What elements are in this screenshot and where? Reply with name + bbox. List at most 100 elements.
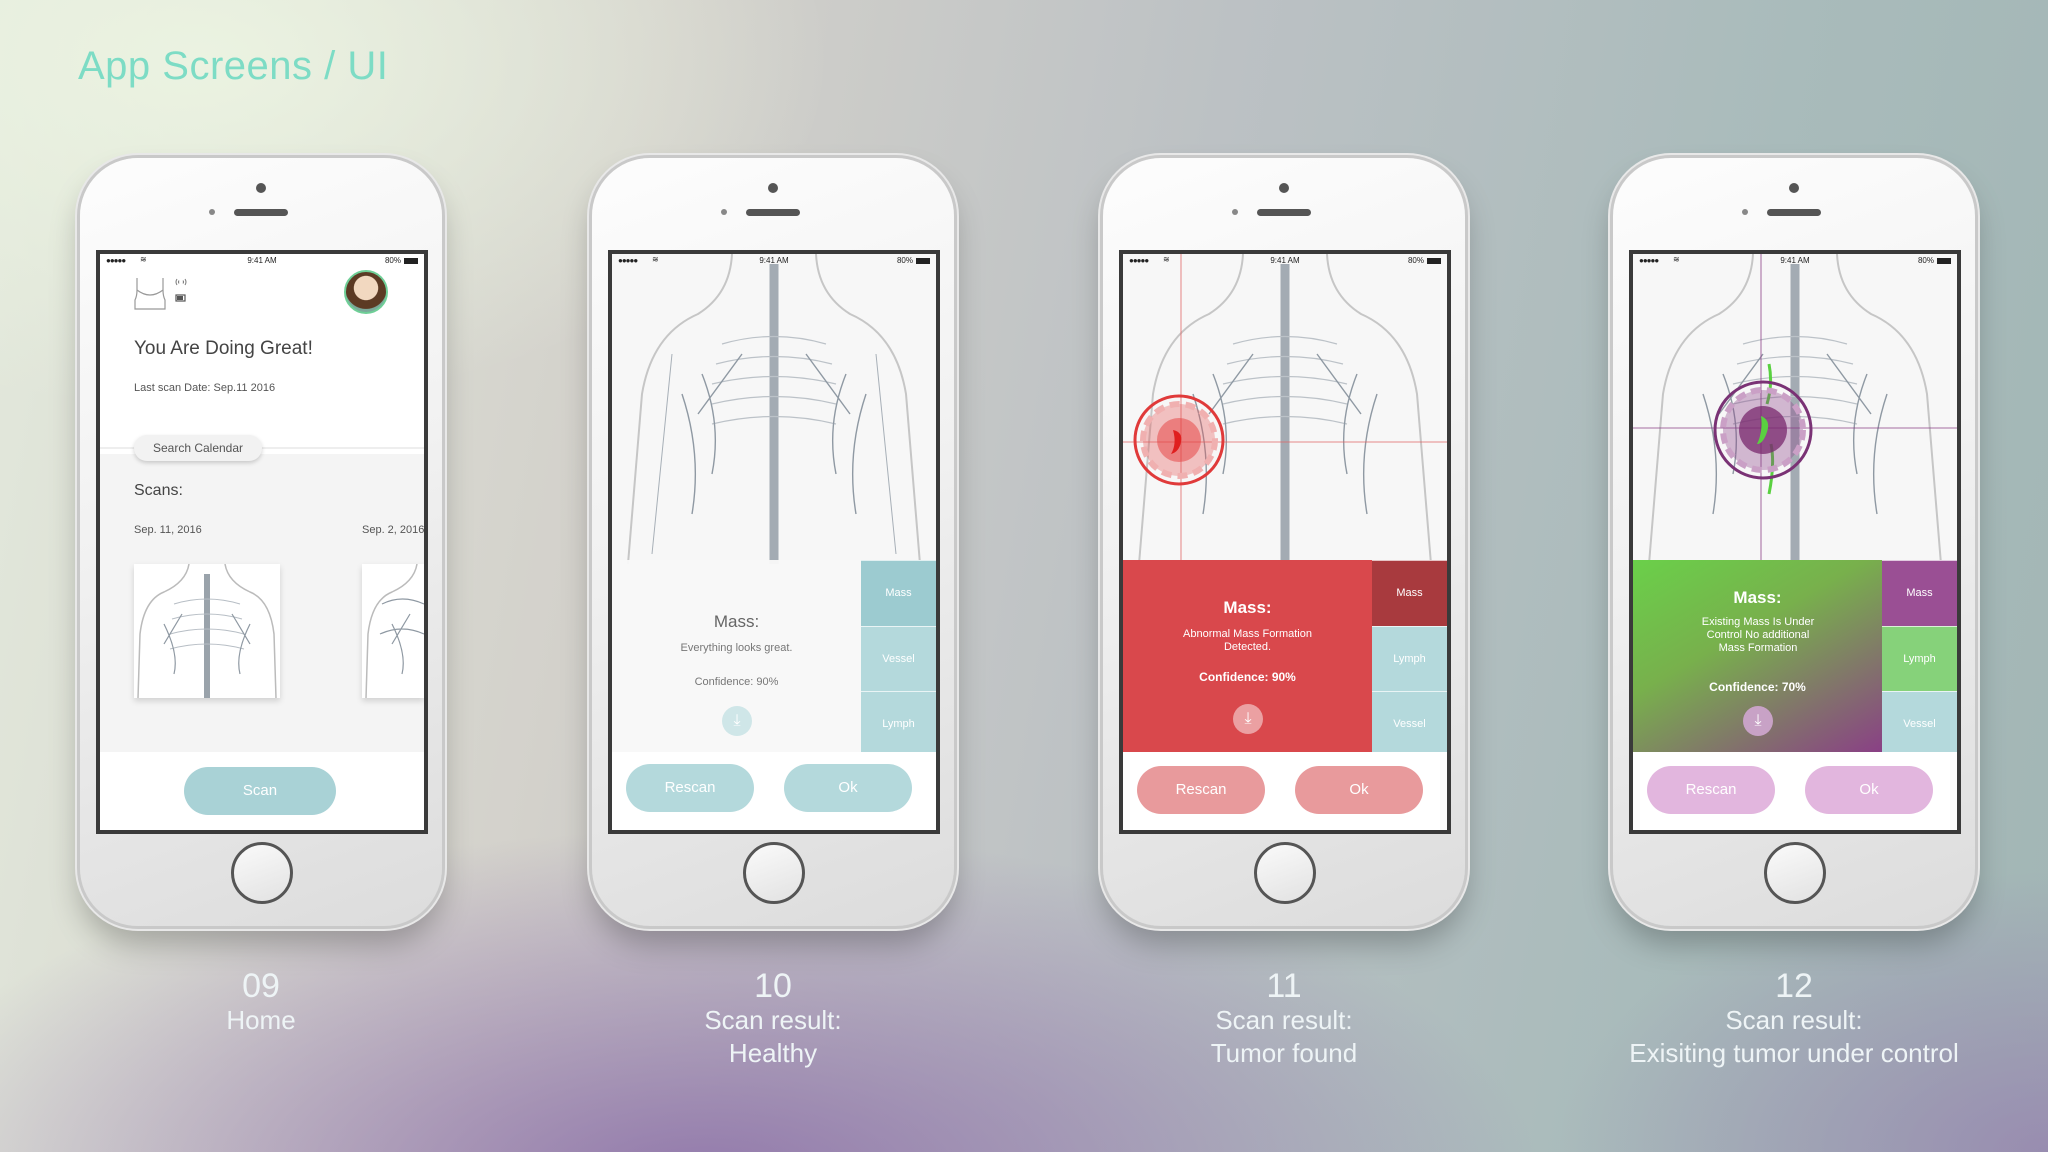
tab-mass[interactable]: Mass — [1372, 560, 1447, 626]
screen-number: 11 — [1266, 967, 1302, 1005]
tumor-target-marker[interactable] — [1131, 392, 1227, 488]
tumor-result-screen: ●●●●● ≋ 9:41 AM 80% Mass: Abnormal Mass … — [1119, 250, 1451, 834]
scans-heading: Scans: — [134, 482, 183, 499]
screen-label: Home — [226, 1005, 296, 1035]
caption-home: 09 Home — [21, 968, 501, 1037]
ok-button[interactable]: Ok — [1295, 766, 1423, 814]
confidence-value: Confidence: 90% — [694, 676, 779, 688]
phone-tumor: ●●●●● ≋ 9:41 AM 80% Mass: Abnormal Mass … — [1103, 158, 1465, 926]
battery-icon — [916, 258, 930, 264]
battery-icon — [1427, 258, 1441, 264]
battery-percent: 80% — [896, 256, 913, 265]
scan-button[interactable]: Scan — [184, 767, 336, 815]
rescan-button[interactable]: Rescan — [1137, 766, 1265, 814]
ok-button[interactable]: Ok — [784, 764, 912, 812]
caption-tumor: 11 Scan result: Tumor found — [1044, 968, 1524, 1070]
scan-date: Sep. 2, 2016 — [362, 524, 425, 536]
front-camera — [256, 183, 266, 193]
rescan-button[interactable]: Rescan — [626, 764, 754, 812]
caption-under-control: 12 Scan result: Exisiting tumor under co… — [1554, 968, 2034, 1070]
mass-result-panel: Mass: Existing Mass Is Under Control No … — [1633, 560, 1882, 754]
healthy-result-screen: ●●●●● ≋ 9:41 AM 80% Mass: Everything loo… — [608, 250, 940, 834]
mass-description: Everything looks great. — [680, 642, 793, 654]
status-time: 9:41 AM — [759, 256, 789, 265]
battery-indicator: 80% — [385, 256, 418, 265]
front-camera — [1789, 183, 1799, 193]
bottom-bar: Scan — [100, 752, 424, 830]
rescan-button[interactable]: Rescan — [1647, 766, 1775, 814]
signal-icon: ●●●●● — [1129, 256, 1149, 265]
earpiece-speaker — [746, 209, 800, 216]
home-screen: ●●●●● ≋ 9:41 AM 80% You Are Doing Great!… — [96, 250, 428, 834]
user-avatar[interactable] — [344, 270, 388, 314]
phone-under-control: ●●●●● ≋ 9:41 AM 80% Mass: Existing Mass … — [1613, 158, 1975, 926]
proximity-sensor — [209, 209, 215, 215]
earpiece-speaker — [1767, 209, 1821, 216]
home-button[interactable] — [743, 842, 805, 904]
result-tabs: Mass Lymph Vessel — [1882, 560, 1957, 757]
tab-vessel[interactable]: Vessel — [1372, 691, 1447, 757]
tab-vessel[interactable]: Vessel — [1882, 691, 1957, 757]
proximity-sensor — [1232, 209, 1238, 215]
tab-vessel[interactable]: Vessel — [861, 625, 936, 692]
connection-icon — [175, 278, 187, 302]
bottom-bar: Rescan Ok — [1633, 752, 1957, 830]
mass-title: Mass: — [1223, 598, 1272, 617]
home-button[interactable] — [231, 842, 293, 904]
home-button[interactable] — [1764, 842, 1826, 904]
screen-label: Scan result: — [1725, 1005, 1863, 1035]
status-bar: ●●●●● ≋ 9:41 AM 80% — [1123, 254, 1447, 266]
screen-number: 09 — [242, 967, 280, 1005]
anatomy-scan-view[interactable] — [612, 254, 936, 565]
device-bra-icon[interactable] — [134, 276, 166, 310]
battery-indicator: 80% — [1408, 256, 1441, 265]
front-camera — [768, 183, 778, 193]
tab-lymph[interactable]: Lymph — [1882, 625, 1957, 692]
wifi-icon: ≋ — [1163, 255, 1170, 264]
tumor-target-marker[interactable] — [1711, 378, 1815, 482]
earpiece-speaker — [234, 209, 288, 216]
signal-icon: ●●●●● — [618, 256, 638, 265]
confidence-value: Confidence: 90% — [1199, 670, 1296, 684]
status-bar: ●●●●● ≋ 9:41 AM 80% — [1633, 254, 1957, 266]
home-button[interactable] — [1254, 842, 1316, 904]
scan-thumbnail[interactable] — [362, 564, 424, 698]
signal-icon: ●●●●● — [1639, 256, 1659, 265]
tab-lymph[interactable]: Lymph — [861, 691, 936, 757]
lymphatic-body-image — [627, 254, 921, 565]
download-icon[interactable]: ⤓ — [1233, 704, 1263, 734]
tab-mass[interactable]: Mass — [861, 560, 936, 626]
bottom-bar: Rescan Ok — [612, 752, 936, 830]
wifi-icon: ≋ — [1673, 255, 1680, 264]
confidence-value: Confidence: 70% — [1709, 680, 1806, 694]
battery-percent: 80% — [1407, 256, 1424, 265]
under-control-result-screen: ●●●●● ≋ 9:41 AM 80% Mass: Existing Mass … — [1629, 250, 1961, 834]
status-time: 9:41 AM — [247, 256, 277, 265]
download-icon[interactable]: ⤓ — [1743, 706, 1773, 736]
last-scan-date: Last scan Date: Sep.11 2016 — [134, 382, 276, 394]
mass-description: Abnormal Mass Formation Detected. — [1183, 628, 1312, 653]
front-camera — [1279, 183, 1289, 193]
screen-label: Exisiting tumor under control — [1629, 1038, 1959, 1068]
tab-mass[interactable]: Mass — [1882, 560, 1957, 626]
scan-thumbnail[interactable] — [134, 564, 280, 698]
scan-date: Sep. 11, 2016 — [134, 524, 202, 536]
mass-description: Existing Mass Is Under Control No additi… — [1701, 616, 1815, 654]
ok-button[interactable]: Ok — [1805, 766, 1933, 814]
result-tabs: Mass Lymph Vessel — [1372, 560, 1447, 757]
status-time: 9:41 AM — [1780, 256, 1810, 265]
screen-label: Scan result: — [704, 1005, 842, 1035]
greeting-text: You Are Doing Great! — [134, 338, 313, 359]
status-bar: ●●●●● ≋ 9:41 AM 80% — [612, 254, 936, 266]
page-title: App Screens / UI — [78, 44, 389, 88]
download-icon[interactable]: ⤓ — [722, 706, 752, 736]
battery-percent: 80% — [384, 256, 401, 265]
battery-indicator: 80% — [1918, 256, 1951, 265]
tab-lymph[interactable]: Lymph — [1372, 625, 1447, 692]
proximity-sensor — [1742, 209, 1748, 215]
mass-result-panel: Mass: Abnormal Mass Formation Detected. … — [1123, 560, 1372, 754]
battery-percent: 80% — [1917, 256, 1934, 265]
bottom-bar: Rescan Ok — [1123, 752, 1447, 830]
search-calendar-button[interactable]: Search Calendar — [134, 435, 262, 461]
screen-number: 10 — [754, 967, 792, 1005]
